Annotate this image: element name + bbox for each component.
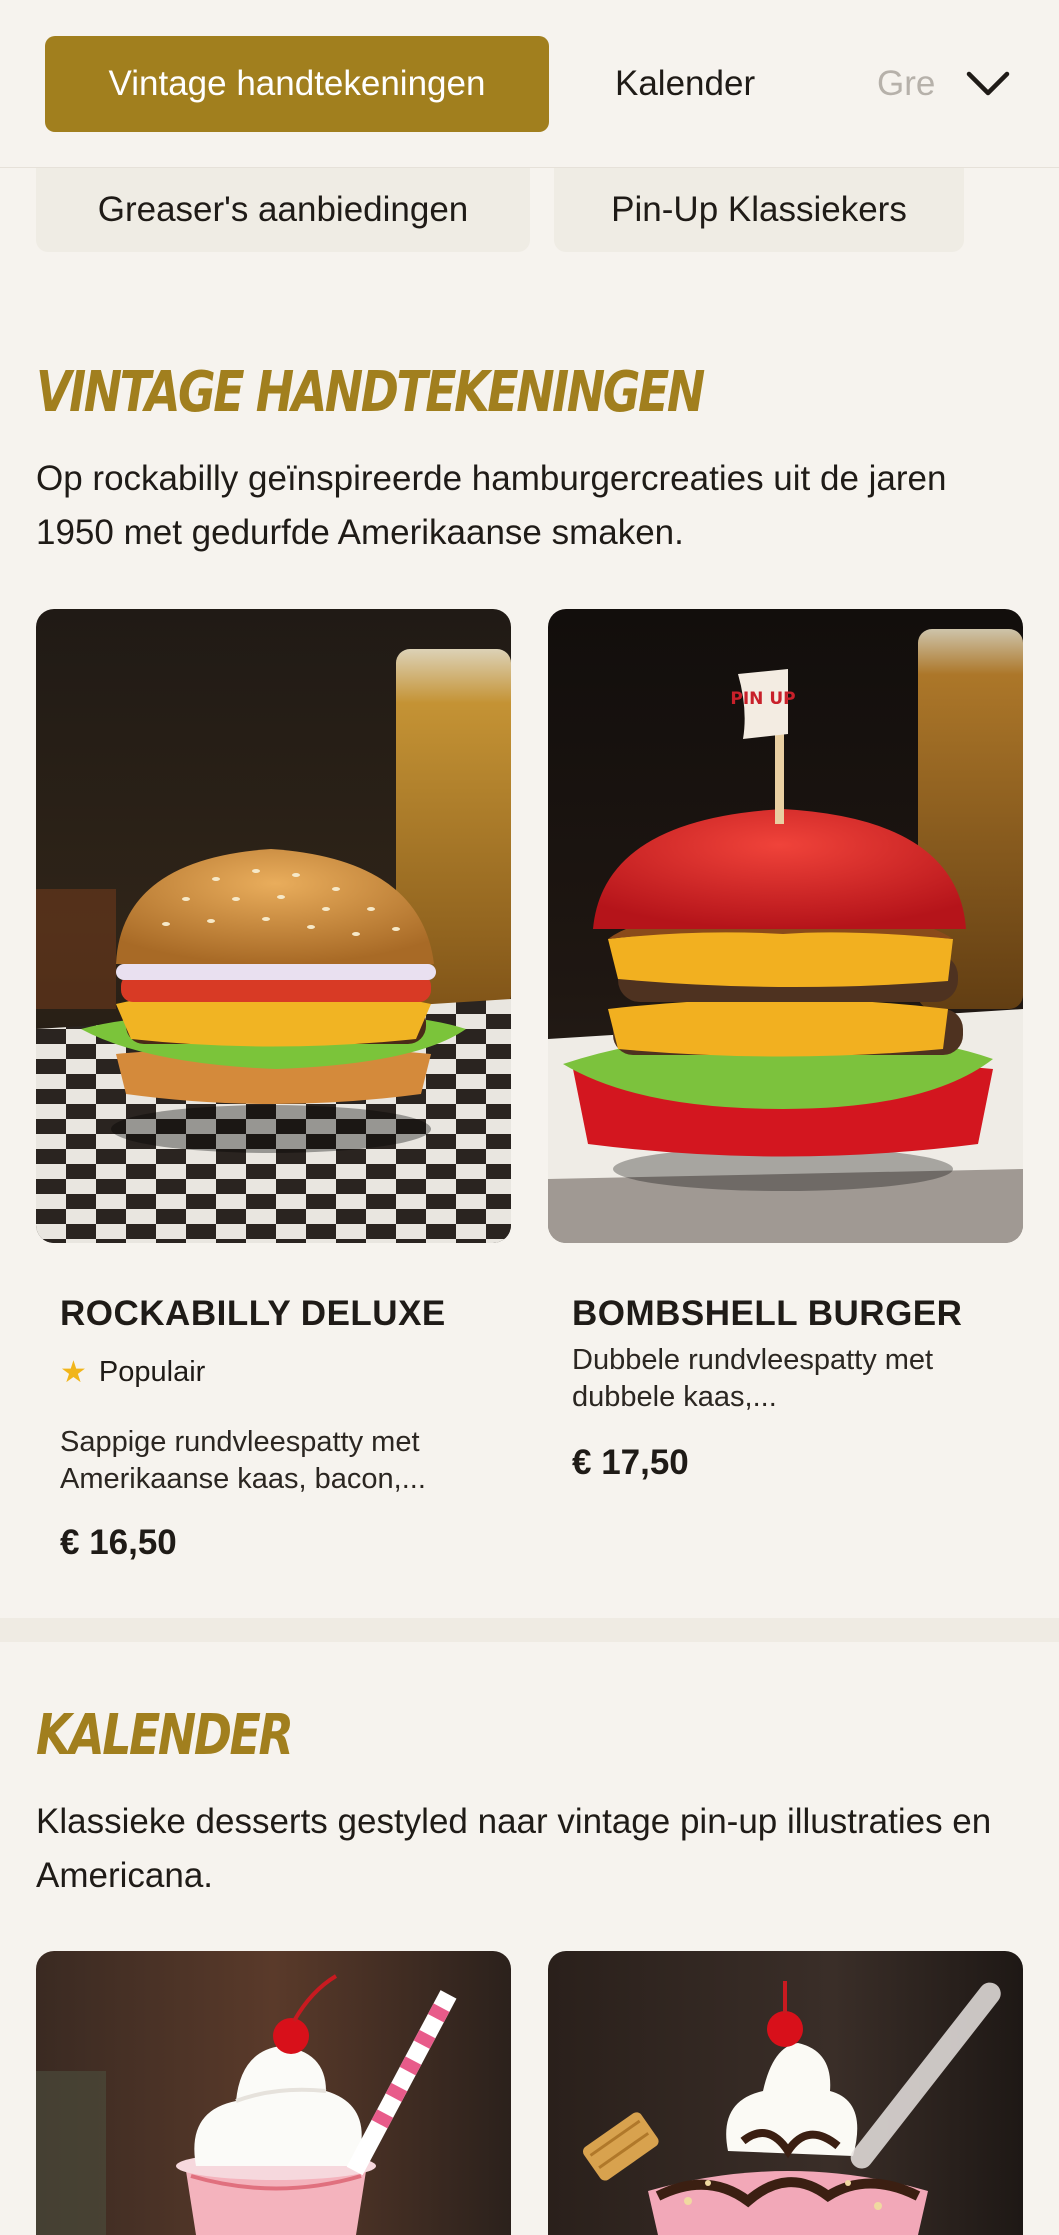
star-icon: ★	[60, 1356, 87, 1389]
section-description-vintage: Op rockabilly geïnspireerde hamburgercre…	[36, 459, 947, 552]
bombshell-burger-image[interactable]: PIN UP	[548, 609, 1023, 1243]
tab-vintage-handtekeningen[interactable]: Vintage handtekeningen	[45, 36, 549, 132]
popular-badge: ★ Populair	[60, 1355, 205, 1390]
bombshell-burger-price: € 17,50	[572, 1443, 689, 1482]
rockabilly-deluxe-description: Sappige rundvleespatty met Amerikaanse k…	[60, 1426, 426, 1495]
dessert-milkshake-image[interactable]	[36, 1951, 511, 2235]
rockabilly-deluxe-price: € 16,50	[60, 1523, 177, 1562]
tab-greasers-truncated[interactable]: Gre	[877, 36, 939, 132]
tab-kalender[interactable]: Kalender	[615, 36, 755, 132]
chip-pin-up-klassiekers[interactable]: Pin-Up Klassiekers	[554, 168, 964, 252]
bombshell-burger-description: Dubbele rundvleespatty met dubbele kaas,…	[572, 1344, 934, 1413]
badge-label: Populair	[98, 1356, 206, 1388]
chevron-down-icon[interactable]	[960, 56, 1016, 112]
pin-up-flag-label: PIN UP	[730, 689, 795, 709]
section-divider	[0, 1618, 1059, 1642]
rockabilly-deluxe-image[interactable]	[36, 609, 511, 1243]
bombshell-burger-name[interactable]: Bombshell Burger	[572, 1294, 962, 1334]
rockabilly-deluxe-name[interactable]: Rockabilly Deluxe	[60, 1294, 446, 1334]
category-nav: Vintage handtekeningen Kalender Gre	[0, 0, 1059, 168]
section-description-kalender: Klassieke desserts gestyled naar vintage…	[36, 1802, 992, 1895]
section-title-kalender: Kalender	[36, 1703, 294, 1768]
dessert-sundae-image[interactable]	[548, 1951, 1023, 2235]
chip-greasers-aanbiedingen[interactable]: Greaser's aanbiedingen	[36, 168, 530, 252]
section-title-vintage: Vintage handtekeningen	[36, 360, 705, 425]
